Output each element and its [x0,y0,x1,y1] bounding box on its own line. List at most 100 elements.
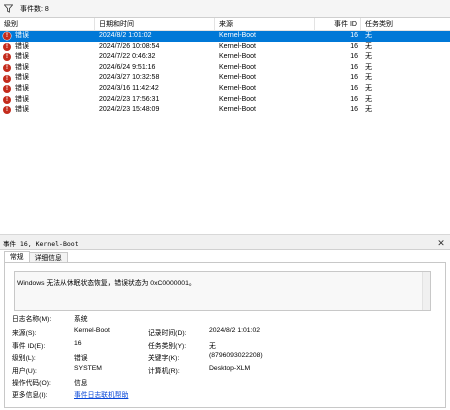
task-cell: 无 [365,106,372,114]
datetime-cell: 2024/2/23 15:48:09 [99,106,160,114]
level-text: 错误 [15,84,29,92]
task-cell: 无 [365,63,372,71]
event-description[interactable]: Windows 无法从休眠状态恢复，错误状态为 0xC0000001。 [14,271,431,311]
column-header-event-id[interactable]: 事件 ID [315,17,361,31]
table-row[interactable]: ! 错误 2024/2/23 17:56:31 Kernel-Boot 16 无 [0,95,450,106]
task-value: 无 [209,343,216,350]
logged-value: 2024/8/2 1:01:02 [209,327,261,334]
source-cell: Kernel-Boot [219,53,256,61]
datetime-cell: 2024/7/22 0:46:32 [99,53,156,61]
level-text: 错误 [15,95,29,103]
error-icon: ! [3,53,11,62]
event-id-cell: 16 [350,95,358,103]
column-header-level[interactable]: 级别 [0,17,95,31]
level-cell: ! 错误 [0,84,95,95]
table-row[interactable]: ! 错误 2024/7/26 10:08:54 Kernel-Boot 16 无 [0,42,450,53]
event-count-label: 事件数: 8 [20,5,49,13]
level-cell: ! 错误 [0,31,95,42]
level-text: 错误 [15,63,29,71]
error-icon: ! [3,74,11,83]
level-text: 错误 [15,106,29,114]
task-cell: 无 [365,84,372,92]
prop-row-level: 级别(L): 错误 关键字(K): (8796093022208) [12,352,442,362]
source-cell: Kernel-Boot [219,63,256,71]
task-cell: 无 [365,74,372,82]
event-id-cell: 16 [350,84,358,92]
task-cell: 无 [365,53,372,61]
more-info-label: 更多信息(I): [12,392,48,399]
task-label: 任务类别(Y): [148,343,187,350]
column-header-datetime[interactable]: 日期和时间 [95,17,215,31]
event-id-label: 事件 ID(E): [12,343,46,350]
event-id-cell: 16 [350,63,358,71]
prop-row-user: 用户(U): SYSTEM 计算机(R): Desktop-XLM [12,365,442,375]
level-text: 错误 [15,74,29,82]
source-cell: Kernel-Boot [219,74,256,82]
level-cell: ! 错误 [0,63,95,74]
event-list: 级别 日期和时间 来源 事件 ID 任务类别 ! 错误 2024/8/2 1:01… [0,17,450,234]
level-cell: ! 错误 [0,42,95,53]
level-text: 错误 [15,53,29,61]
keywords-value: (8796093022208) [209,352,263,359]
close-icon[interactable]: ✕ [435,237,447,249]
level-value: 错误 [74,355,88,362]
source-cell: Kernel-Boot [219,32,256,39]
filter-icon[interactable] [3,4,13,14]
online-help-link[interactable]: 事件日志联机帮助 [74,389,128,399]
table-row[interactable]: ! 错误 2024/3/16 11:42:42 Kernel-Boot 16 无 [0,84,450,95]
keywords-label: 关键字(K): [148,355,180,362]
error-icon: ! [3,42,11,51]
error-icon: ! [3,32,11,41]
task-cell: 无 [365,95,372,103]
event-id-cell: 16 [350,106,358,114]
column-header-task-category[interactable]: 任务类别 [361,18,450,31]
opcode-label: 操作代码(O): [12,380,51,387]
datetime-cell: 2024/7/26 10:08:54 [99,42,160,50]
event-id-cell: 16 [350,74,358,82]
prop-row-more-info: 更多信息(I): 事件日志联机帮助 [12,389,442,399]
table-row[interactable]: ! 错误 2024/6/24 9:51:16 Kernel-Boot 16 无 [0,63,450,74]
level-cell: ! 错误 [0,73,95,84]
datetime-cell: 2024/8/2 1:01:02 [99,32,152,39]
table-row[interactable]: ! 错误 2024/7/22 0:46:32 Kernel-Boot 16 无 [0,52,450,63]
source-label: 来源(S): [12,330,37,337]
source-cell: Kernel-Boot [219,42,256,50]
level-text: 错误 [15,32,29,39]
task-cell: 无 [365,32,372,39]
computer-label: 计算机(R): [148,368,180,375]
level-text: 错误 [15,42,29,50]
prop-row-source: 来源(S): Kernel-Boot 记录时间(D): 2024/8/2 1:0… [12,327,442,337]
level-cell: ! 错误 [0,105,95,116]
event-id-value: 16 [74,340,82,347]
level-cell: ! 错误 [0,95,95,106]
event-id-cell: 16 [350,42,358,50]
source-cell: Kernel-Boot [219,95,256,103]
event-id-cell: 16 [350,53,358,61]
user-label: 用户(U): [12,368,37,375]
error-icon: ! [3,95,11,104]
source-value: Kernel-Boot [74,327,110,334]
description-scrollbar[interactable] [422,272,430,310]
prop-row-event-id: 事件 ID(E): 16 任务类别(Y): 无 [12,340,442,350]
prop-row-opcode: 操作代码(O): 信息 [12,377,442,387]
datetime-cell: 2024/3/27 10:32:58 [99,74,160,82]
column-header-source[interactable]: 来源 [215,17,315,31]
table-row[interactable]: ! 错误 2024/8/2 1:01:02 Kernel-Boot 16 无 [0,31,450,42]
event-id-cell: 16 [350,32,358,39]
opcode-value: 信息 [74,380,88,387]
general-tab-panel: Windows 无法从休眠状态恢复，错误状态为 0xC0000001。 日志名称… [4,262,446,408]
event-count-bar: 事件数: 8 [0,0,450,18]
source-cell: Kernel-Boot [219,106,256,114]
event-list-header: 级别 日期和时间 来源 事件 ID 任务类别 [0,17,450,31]
log-name-label: 日志名称(M): [12,316,52,323]
datetime-cell: 2024/6/24 9:51:16 [99,63,156,71]
source-cell: Kernel-Boot [219,84,256,92]
level-label: 级别(L): [12,355,36,362]
task-cell: 无 [365,42,372,50]
table-row[interactable]: ! 错误 2024/2/23 15:48:09 Kernel-Boot 16 无 [0,105,450,116]
error-icon: ! [3,64,11,73]
computer-value: Desktop-XLM [209,365,251,372]
prop-row-log-name: 日志名称(M): 系统 [12,313,442,323]
user-value: SYSTEM [74,365,102,372]
table-row[interactable]: ! 错误 2024/3/27 10:32:58 Kernel-Boot 16 无 [0,73,450,84]
